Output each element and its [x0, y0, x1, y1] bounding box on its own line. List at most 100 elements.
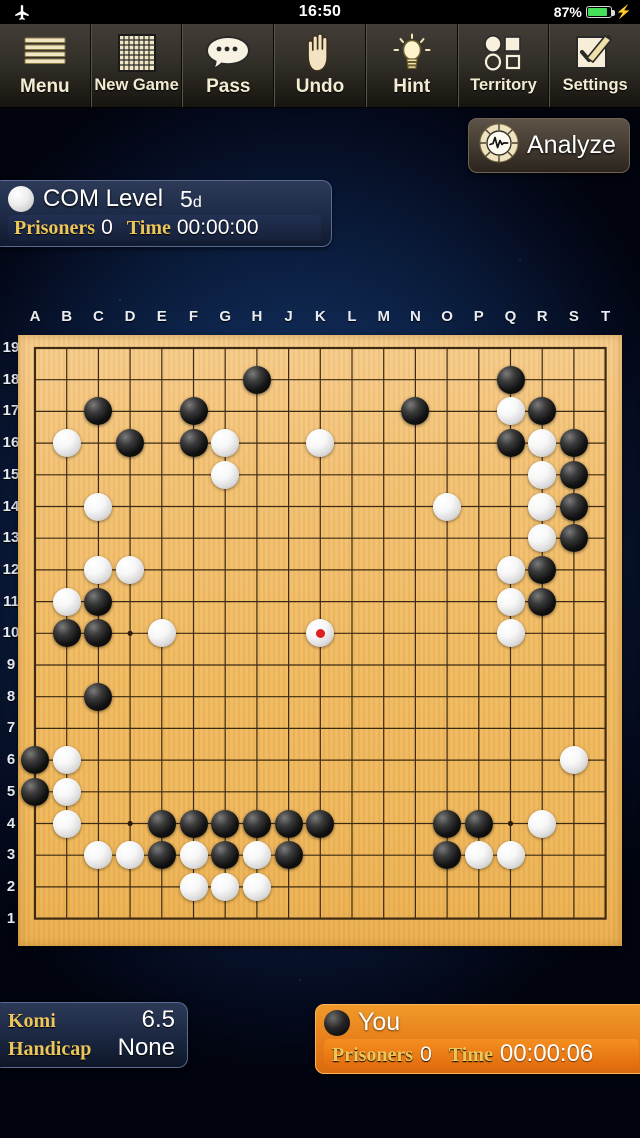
- stone-O14[interactable]: [433, 492, 462, 521]
- you-player-name: You: [358, 1008, 401, 1036]
- menu-button[interactable]: Menu: [0, 24, 91, 107]
- column-label-G: G: [219, 308, 232, 325]
- stone-F3[interactable]: [179, 841, 208, 870]
- stone-E4[interactable]: [147, 809, 176, 838]
- checklist-pencil-icon: [575, 29, 615, 77]
- column-label-M: M: [377, 308, 390, 325]
- column-label-R: R: [536, 308, 548, 325]
- stone-B6[interactable]: [52, 746, 81, 775]
- analyze-button-label: Analyze: [527, 131, 616, 159]
- stone-G2[interactable]: [211, 872, 240, 901]
- pass-button[interactable]: Pass: [182, 24, 275, 107]
- lightning-bolt-icon: ⚡: [615, 4, 632, 19]
- new-game-button[interactable]: New Game: [90, 24, 183, 107]
- stone-O4[interactable]: [433, 809, 462, 838]
- stone-F4[interactable]: [179, 809, 208, 838]
- stone-H4[interactable]: [242, 809, 271, 838]
- stone-B10[interactable]: [52, 619, 81, 648]
- stone-S15[interactable]: [559, 460, 588, 489]
- com-time-label: Time: [126, 217, 171, 239]
- battery-fill: [587, 8, 607, 16]
- stone-Q18[interactable]: [496, 365, 525, 394]
- stone-J3[interactable]: [274, 841, 303, 870]
- stone-Q17[interactable]: [496, 397, 525, 426]
- stone-H3[interactable]: [242, 841, 271, 870]
- stone-Q10[interactable]: [496, 619, 525, 648]
- stone-H18[interactable]: [242, 365, 271, 394]
- com-player-name: COM Level: [43, 185, 164, 212]
- white-stone-icon: [8, 186, 34, 212]
- you-player-panel[interactable]: You Prisoners 0 Time 00:00:06: [315, 1004, 640, 1074]
- menu-button-label: Menu: [20, 76, 70, 97]
- komi-row: Komi 6.5: [8, 1006, 175, 1034]
- stone-P3[interactable]: [464, 841, 493, 870]
- hamburger-menu-icon: [23, 29, 67, 77]
- stone-S14[interactable]: [559, 492, 588, 521]
- stone-J4[interactable]: [274, 809, 303, 838]
- stone-A6[interactable]: [21, 746, 49, 775]
- territory-shapes-icon: [483, 29, 523, 77]
- you-player-stats: Prisoners 0 Time 00:00:06: [324, 1039, 639, 1069]
- stone-E10[interactable]: [147, 619, 176, 648]
- stone-R14[interactable]: [528, 492, 557, 521]
- status-bar: 16:50 87% ⚡: [0, 0, 640, 24]
- stone-E3[interactable]: [147, 841, 176, 870]
- stone-C8[interactable]: [84, 682, 113, 711]
- stone-D12[interactable]: [116, 555, 145, 584]
- stone-R11[interactable]: [528, 587, 557, 616]
- column-label-C: C: [92, 308, 104, 325]
- column-label-O: O: [441, 308, 453, 325]
- stone-F17[interactable]: [179, 397, 208, 426]
- stone-R15[interactable]: [528, 460, 557, 489]
- you-time-label: Time: [448, 1044, 493, 1066]
- analyze-button[interactable]: Analyze: [468, 118, 630, 173]
- stone-P4[interactable]: [464, 809, 493, 838]
- stone-G15[interactable]: [211, 460, 240, 489]
- stone-S6[interactable]: [559, 746, 588, 775]
- status-bar-left: [12, 0, 32, 24]
- you-time-value: 00:00:06: [499, 1040, 594, 1067]
- com-player-panel[interactable]: COM Level 5d Prisoners 0 Time 00:00:00: [0, 180, 332, 247]
- stone-Q3[interactable]: [496, 841, 525, 870]
- stone-B4[interactable]: [52, 809, 81, 838]
- go-board-grid-icon: [117, 29, 156, 77]
- airplane-icon: [15, 5, 29, 20]
- stone-Q12[interactable]: [496, 555, 525, 584]
- analyze-waveform-icon: [478, 122, 520, 169]
- toolbar: Menu New Game Pass Undo Hint Territory S…: [0, 24, 640, 108]
- settings-button[interactable]: Settings: [549, 24, 640, 107]
- hint-button[interactable]: Hint: [365, 24, 458, 107]
- stone-B16[interactable]: [52, 429, 81, 458]
- last-move-marker: [315, 628, 325, 638]
- stone-A5[interactable]: [21, 777, 49, 806]
- komi-value: 6.5: [141, 1006, 175, 1033]
- stone-S13[interactable]: [559, 524, 588, 553]
- territory-button[interactable]: Territory: [457, 24, 550, 107]
- stone-B5[interactable]: [52, 777, 81, 806]
- stone-R12[interactable]: [528, 555, 557, 584]
- stone-C14[interactable]: [84, 492, 113, 521]
- stone-C11[interactable]: [84, 587, 113, 616]
- column-label-T: T: [601, 308, 611, 325]
- stone-S16[interactable]: [559, 429, 588, 458]
- go-board[interactable]: [18, 335, 622, 946]
- stone-F16[interactable]: [179, 429, 208, 458]
- stone-Q11[interactable]: [496, 587, 525, 616]
- stone-R4[interactable]: [528, 809, 557, 838]
- stone-D16[interactable]: [116, 429, 145, 458]
- battery-icon: [585, 6, 615, 18]
- stone-B11[interactable]: [52, 587, 81, 616]
- game-info-panel: Komi 6.5 Handicap None: [0, 1002, 188, 1068]
- handicap-row: Handicap None: [8, 1034, 175, 1062]
- pass-button-label: Pass: [206, 76, 251, 97]
- stone-F2[interactable]: [179, 872, 208, 901]
- column-label-S: S: [568, 308, 579, 325]
- go-board-area[interactable]: ABCDEFGHJKLMNOPQRST 19 18 17 16 15 14 13 12 11 10…: [0, 308, 640, 948]
- stone-G4[interactable]: [211, 809, 240, 838]
- column-label-P: P: [473, 308, 484, 325]
- undo-button[interactable]: Undo: [274, 24, 366, 107]
- stone-K4[interactable]: [306, 809, 335, 838]
- stone-H2[interactable]: [242, 872, 271, 901]
- column-label-F: F: [188, 308, 199, 325]
- stone-Q16[interactable]: [496, 429, 525, 458]
